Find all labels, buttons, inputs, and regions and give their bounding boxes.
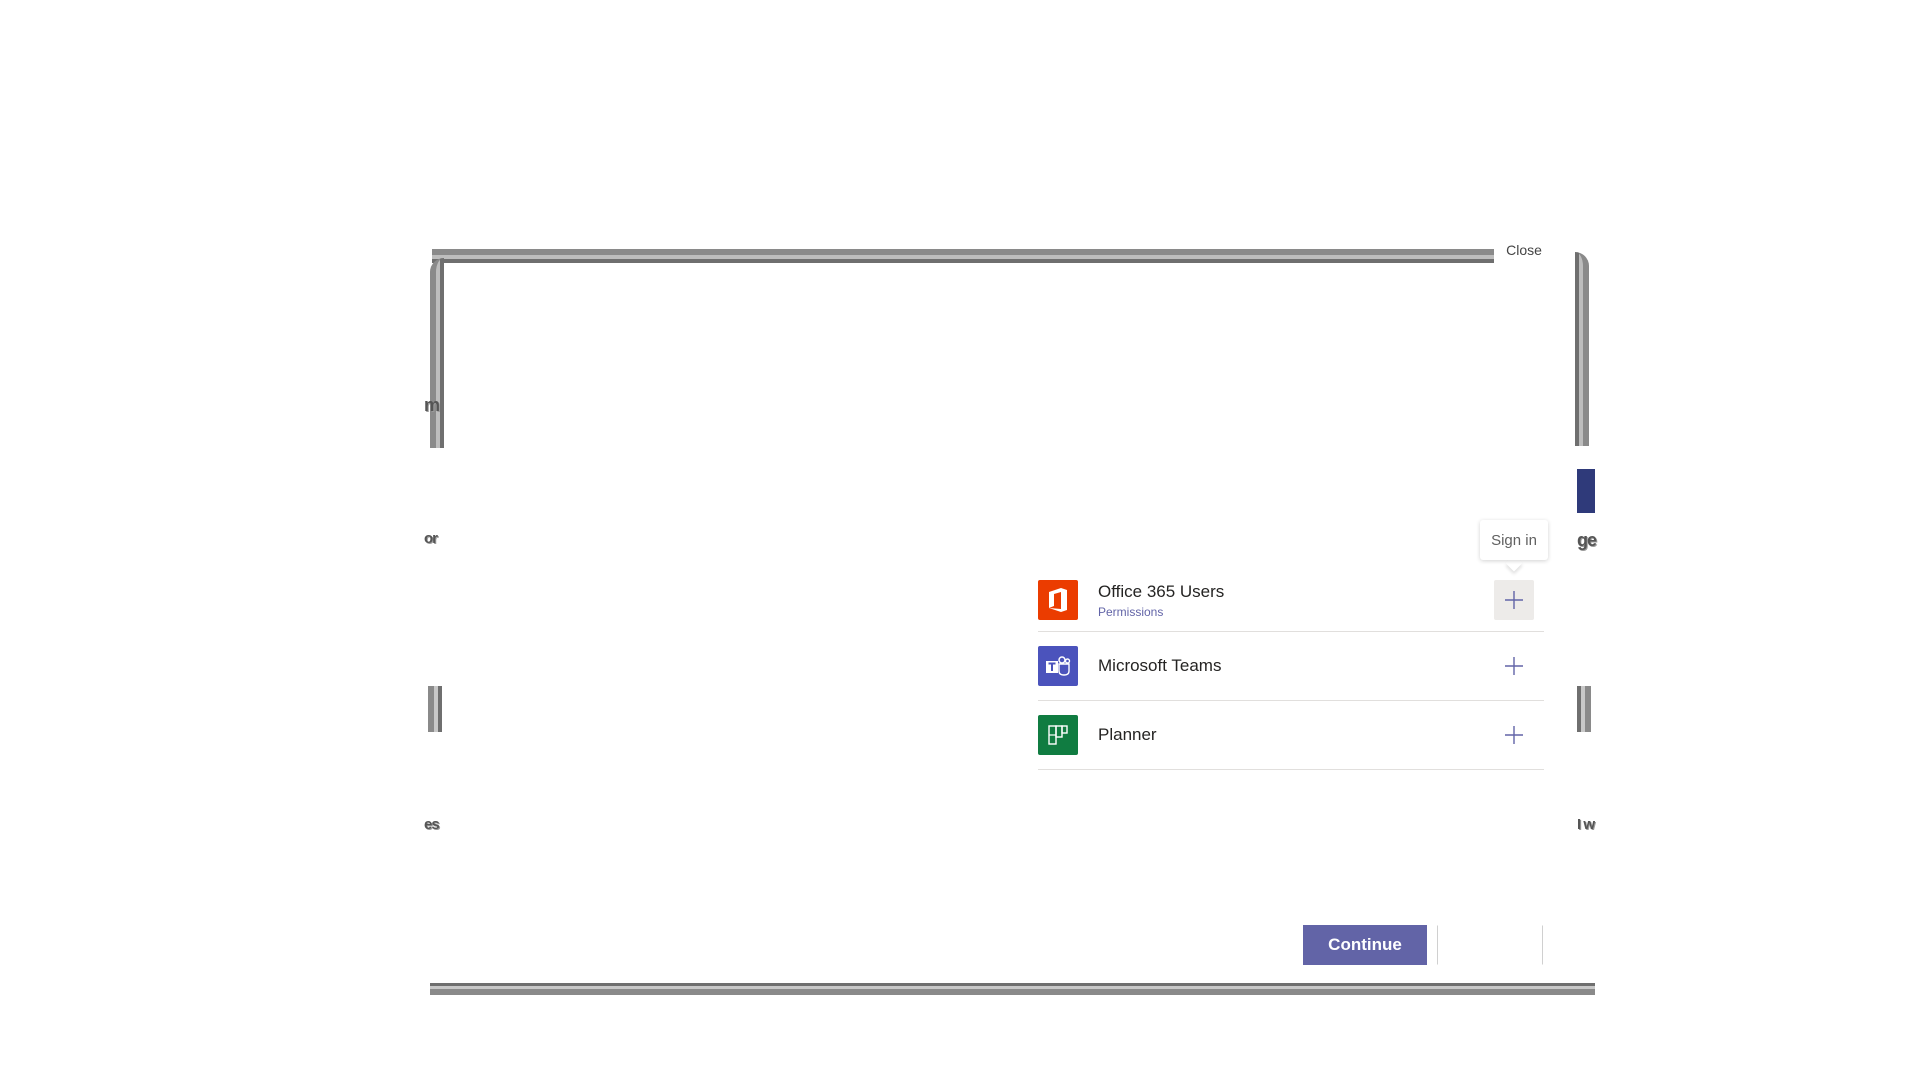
connector-row-planner: Planner [1038, 701, 1544, 770]
connector-name: Planner [1098, 725, 1157, 744]
plus-icon [1505, 726, 1523, 744]
continue-button[interactable]: Continue [1303, 925, 1427, 965]
planner-icon [1038, 715, 1078, 755]
connector-name: Microsoft Teams [1098, 656, 1222, 675]
connector-name: Office 365 Users [1098, 581, 1225, 601]
dialog-frame-right-lower [1577, 686, 1591, 732]
add-connection-button[interactable] [1494, 580, 1534, 620]
dialog-frame-left-lower [428, 686, 442, 732]
ghost-text: es [424, 816, 440, 833]
tooltip-text: Sign in [1491, 531, 1537, 549]
dialog-frame-top [432, 249, 1505, 263]
ghost-text: I w [1577, 816, 1595, 833]
dialog-frame-bottom [430, 983, 1595, 995]
sign-in-tooltip: Sign in [1480, 520, 1548, 560]
ghost-text: m [424, 395, 440, 415]
dialog-frame-right [1575, 252, 1589, 446]
ghost-text: ge [1577, 530, 1597, 550]
dialog-frame-left [430, 258, 444, 448]
plus-icon [1505, 591, 1523, 609]
close-button[interactable]: Close [1494, 230, 1554, 270]
connector-list: Office 365 Users Permissions Microsoft T… [1038, 569, 1544, 770]
ghost-text: or [424, 530, 438, 547]
plus-icon [1505, 657, 1523, 675]
connector-row-office365: Office 365 Users Permissions [1038, 569, 1544, 632]
office-icon [1038, 580, 1078, 620]
teams-icon [1038, 646, 1078, 686]
permissions-link[interactable]: Permissions [1098, 605, 1224, 619]
add-connection-button[interactable] [1494, 646, 1534, 686]
connector-row-teams: Microsoft Teams [1038, 632, 1544, 701]
background-tile [1577, 469, 1595, 513]
add-connection-button[interactable] [1494, 715, 1534, 755]
secondary-button[interactable] [1437, 925, 1543, 965]
